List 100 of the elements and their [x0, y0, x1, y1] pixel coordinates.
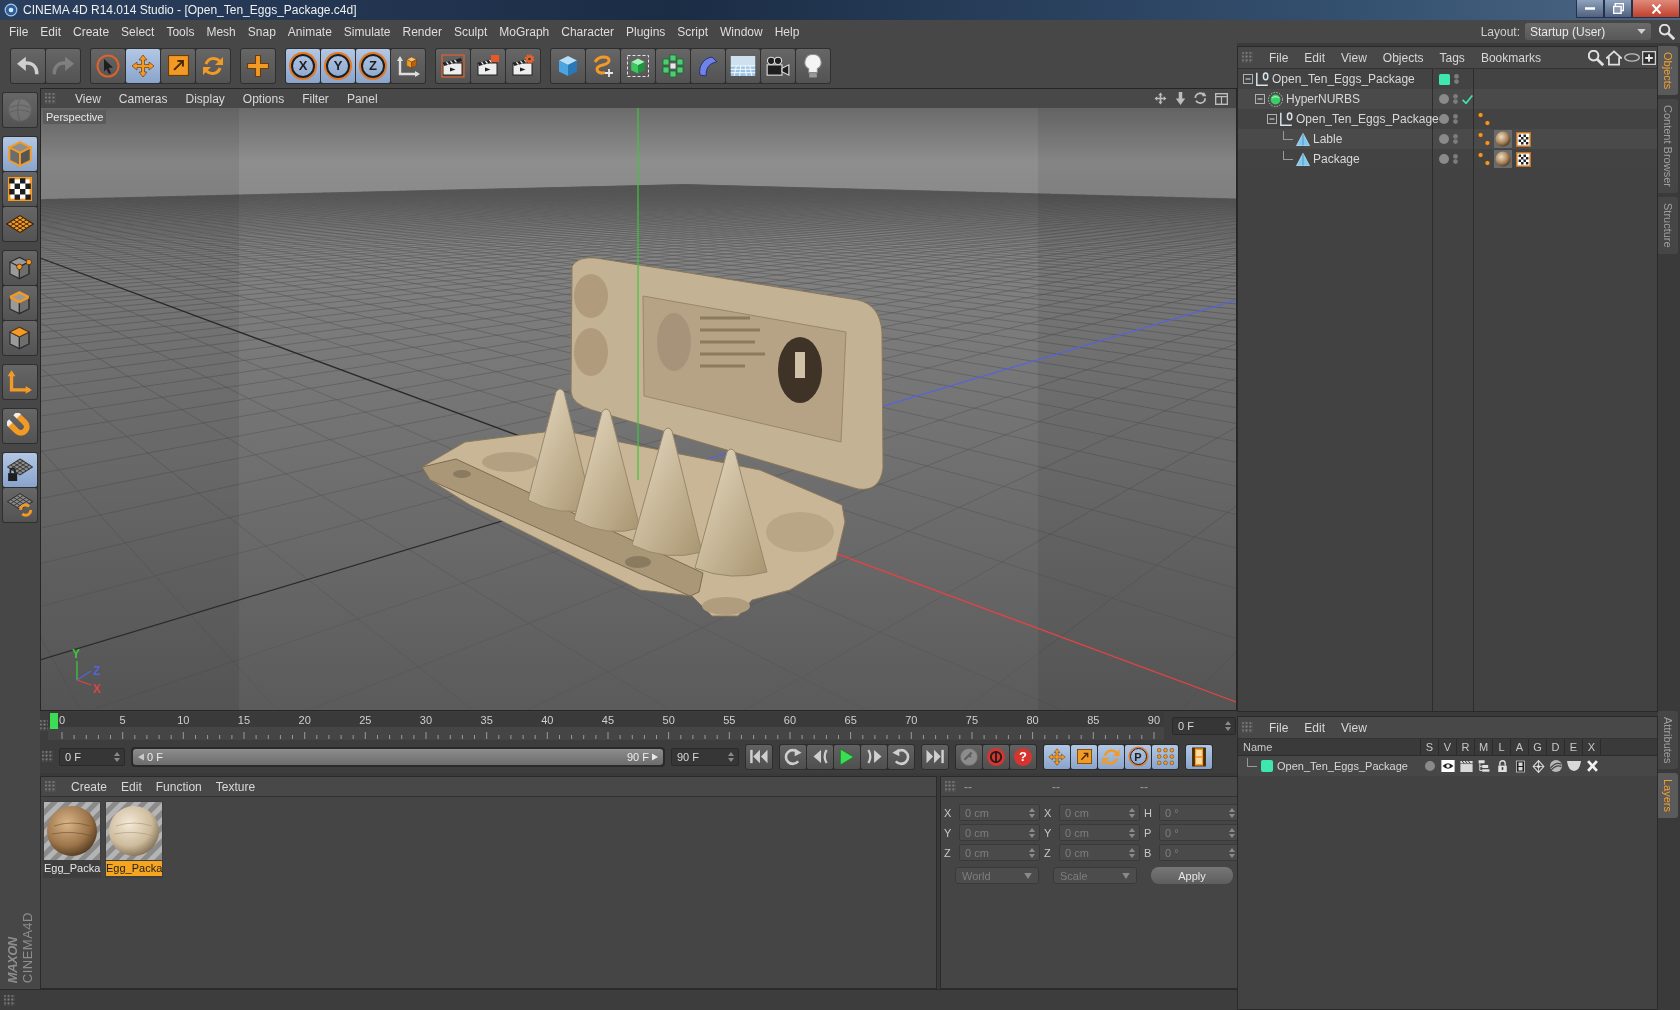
side-tab[interactable]: Structure: [1658, 197, 1678, 254]
render-view-button[interactable]: [436, 48, 470, 83]
timeline-button[interactable]: [1185, 743, 1213, 770]
menu-item[interactable]: Options: [235, 91, 292, 106]
menu-item[interactable]: View: [1333, 720, 1375, 735]
object-name[interactable]: HyperNURBS: [1286, 92, 1360, 106]
object-name[interactable]: Open_Ten_Eggs_Package: [1296, 112, 1439, 126]
axis-mode-button[interactable]: [3, 365, 37, 399]
side-tab[interactable]: Layers: [1658, 772, 1678, 818]
menu-item[interactable]: Animate: [281, 24, 338, 39]
autokey-button[interactable]: ?: [1010, 744, 1036, 769]
object-name[interactable]: Package: [1313, 152, 1360, 166]
minimize-button[interactable]: [1576, 0, 1604, 18]
menu-item[interactable]: Edit: [1296, 50, 1334, 65]
point-key-button[interactable]: [1152, 744, 1178, 769]
render-settings-button[interactable]: [506, 48, 540, 83]
camera-button[interactable]: [761, 48, 795, 83]
selection-tool-button[interactable]: [91, 48, 125, 83]
range-handle[interactable]: 0 F 90 F: [133, 748, 663, 765]
scale-key-button[interactable]: [1071, 744, 1097, 769]
expand-toggle-icon[interactable]: [1255, 94, 1265, 104]
current-frame-field[interactable]: 0 F: [1172, 716, 1236, 735]
menu-item[interactable]: Script: [671, 24, 714, 39]
previous-key-button[interactable]: [780, 744, 806, 769]
step-forward-button[interactable]: [861, 744, 887, 769]
rotate-key-button[interactable]: [1098, 744, 1124, 769]
record-keys-button[interactable]: [956, 744, 982, 769]
rotate-tool-button[interactable]: [196, 48, 230, 83]
menu-item[interactable]: View: [68, 91, 108, 106]
next-key-button[interactable]: [888, 744, 914, 769]
menu-item[interactable]: Create: [64, 779, 115, 794]
floor-button[interactable]: [726, 48, 760, 83]
side-tab[interactable]: Attributes: [1658, 710, 1678, 769]
workplane-mode-button[interactable]: [3, 207, 37, 241]
timeline-ruler[interactable]: 0 5 10 15 20 25 30 35 40 45 50 55 60 65 70 75 80 85 90: [48, 711, 1164, 740]
record-button[interactable]: [983, 744, 1009, 769]
layer-color-icon[interactable]: [1261, 760, 1273, 772]
play-button[interactable]: [834, 744, 860, 769]
parameter-key-button[interactable]: P: [1125, 744, 1151, 769]
move-key-button[interactable]: [1044, 744, 1070, 769]
menu-item[interactable]: Sculpt: [447, 24, 494, 39]
menu-item[interactable]: Character: [555, 24, 620, 39]
step-back-button[interactable]: [807, 744, 833, 769]
menu-item[interactable]: Edit: [114, 779, 149, 794]
end-frame-field[interactable]: 90 F: [671, 747, 739, 766]
new-window-button[interactable]: [1641, 50, 1657, 65]
menu-item[interactable]: View: [1333, 50, 1375, 65]
points-mode-button[interactable]: [3, 251, 37, 285]
scale-tool-button[interactable]: [161, 48, 195, 83]
menu-item[interactable]: Panel: [339, 91, 385, 106]
home-button[interactable]: [1605, 49, 1623, 66]
view-button[interactable]: [1623, 53, 1641, 62]
layout-dropdown[interactable]: Startup (User): [1525, 23, 1651, 40]
material-swatch[interactable]: Egg_Packa: [43, 801, 101, 878]
rotate-view-button[interactable]: [1192, 92, 1209, 105]
coordinate-system-button[interactable]: [391, 48, 425, 83]
menu-item[interactable]: Tools: [160, 24, 201, 39]
edges-mode-button[interactable]: [3, 286, 37, 320]
menu-item[interactable]: MoGraph: [493, 24, 556, 39]
side-tab[interactable]: Content Browser: [1658, 99, 1678, 194]
menu-item[interactable]: Cameras: [111, 91, 175, 106]
layer-name[interactable]: Open_Ten_Eggs_Package: [1277, 760, 1408, 772]
check-icon[interactable]: [1462, 94, 1473, 104]
menu-item[interactable]: Filter: [295, 91, 336, 106]
menu-item[interactable]: Bookmarks: [1472, 50, 1549, 65]
tweak-mode-button[interactable]: [3, 409, 37, 443]
axis-lock-button[interactable]: X: [286, 48, 320, 83]
search-button[interactable]: [1657, 23, 1677, 40]
expand-toggle-icon[interactable]: [1267, 114, 1277, 124]
light-button[interactable]: [796, 48, 830, 83]
model-mode-button[interactable]: [3, 137, 37, 171]
menu-item[interactable]: Render: [396, 24, 448, 39]
start-frame-field[interactable]: 0 F: [59, 747, 125, 766]
menu-item[interactable]: Edit: [1296, 720, 1334, 735]
menu-item[interactable]: Window: [714, 24, 769, 39]
axis-lock-button[interactable]: Z: [356, 48, 390, 83]
planar-workplane-button[interactable]: [3, 488, 37, 522]
spline-button[interactable]: [586, 48, 620, 83]
subdivision-surface-button[interactable]: [621, 48, 655, 83]
move-tool-button[interactable]: [126, 48, 160, 83]
add-tool-button[interactable]: [240, 47, 276, 84]
menu-item[interactable]: Function: [148, 779, 209, 794]
go-to-end-button[interactable]: [921, 743, 949, 770]
menu-item[interactable]: Plugins: [619, 24, 672, 39]
undo-button[interactable]: [11, 48, 45, 83]
axis-lock-button[interactable]: Y: [321, 48, 355, 83]
toggle-view-button[interactable]: [1213, 92, 1230, 105]
go-to-start-button[interactable]: [745, 743, 773, 770]
object-name[interactable]: Lable: [1313, 132, 1343, 146]
menu-item[interactable]: Simulate: [337, 24, 397, 39]
side-tab[interactable]: Objects: [1658, 46, 1678, 96]
texture-mode-button[interactable]: [3, 172, 37, 206]
menu-item[interactable]: Objects: [1374, 50, 1432, 65]
search-button[interactable]: [1587, 49, 1605, 66]
menu-item[interactable]: Create: [67, 24, 116, 39]
menu-item[interactable]: File: [1261, 50, 1297, 65]
close-button[interactable]: [1632, 0, 1680, 18]
menu-item[interactable]: Snap: [241, 24, 282, 39]
menu-item[interactable]: Help: [768, 24, 806, 39]
menu-item[interactable]: Edit: [34, 24, 68, 39]
